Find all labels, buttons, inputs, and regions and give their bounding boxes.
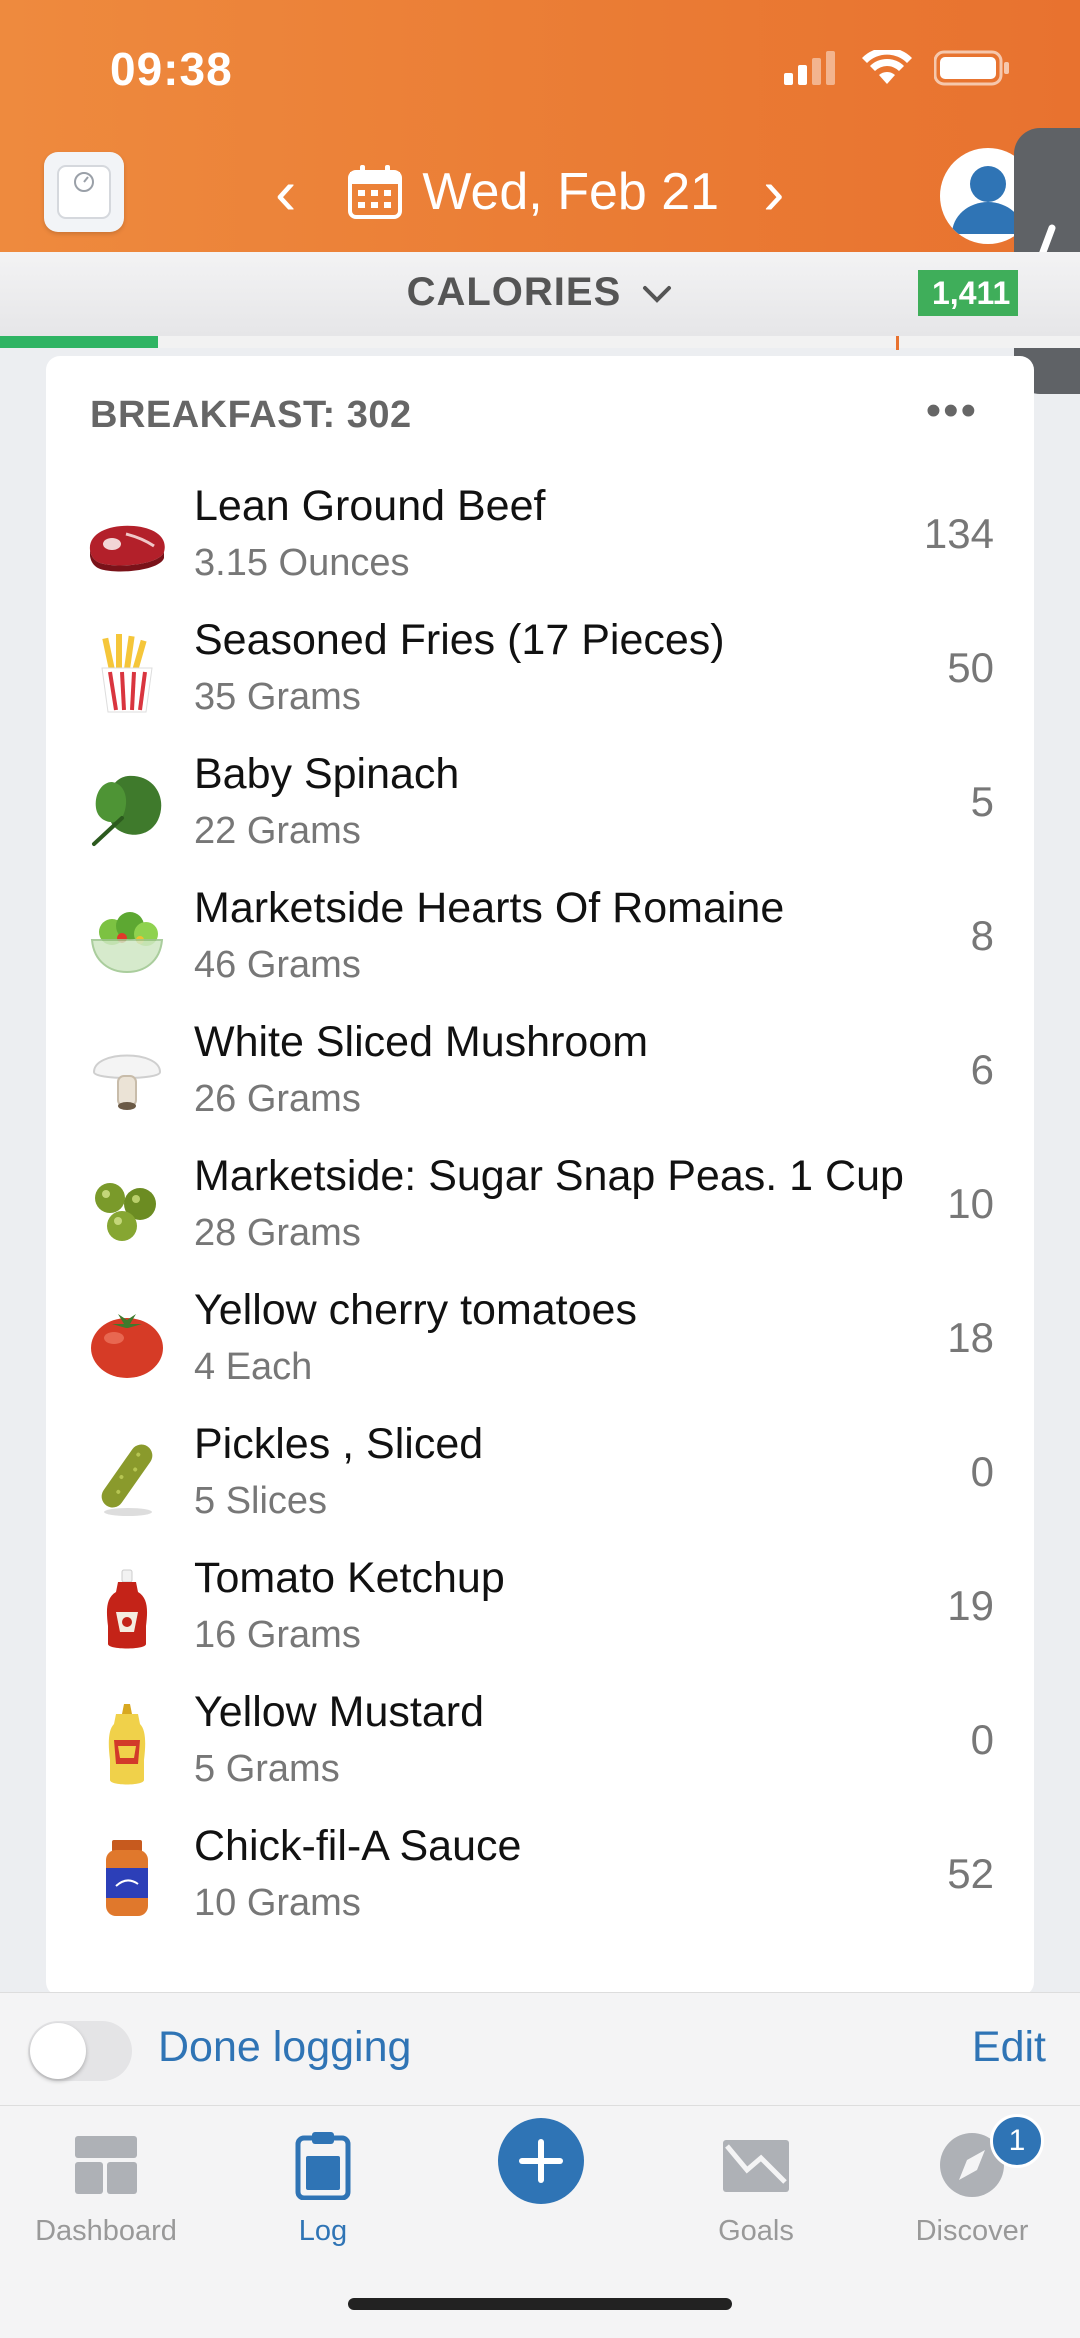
- food-name: White Sliced Mushroom: [194, 1018, 649, 1066]
- app-header: 09:38 ‹ Wed, Feb 21 ›: [0, 0, 1080, 252]
- plus-icon: [519, 2139, 563, 2183]
- tomato-icon: [91, 1314, 163, 1378]
- battery-icon: [934, 50, 1009, 86]
- mustard-icon: [108, 1704, 146, 1785]
- food-row[interactable]: White Sliced Mushroom 26 Grams 6: [46, 1008, 1034, 1142]
- nutrient-label: CALORIES: [406, 270, 622, 314]
- tab-label: Discover: [915, 2215, 1029, 2247]
- meal-card: BREAKFAST: 302 ••• Lean Ground Beef 3.15…: [46, 356, 1034, 1996]
- food-calories: 6: [970, 1046, 994, 1093]
- food-calories: 19: [947, 1582, 994, 1629]
- food-row[interactable]: Yellow cherry tomatoes 4 Each 18: [46, 1276, 1034, 1410]
- food-calories: 50: [947, 644, 994, 691]
- food-calories: 0: [970, 1448, 994, 1495]
- calorie-total-badge[interactable]: 1,411: [918, 270, 1018, 316]
- food-name: Pickles , Sliced: [194, 1420, 484, 1468]
- calorie-selector-bar: CALORIES 1,411: [0, 252, 1080, 336]
- tab-label: Goals: [718, 2215, 794, 2247]
- food-quantity: 5 Slices: [194, 1480, 328, 1522]
- tab-label: Dashboard: [35, 2215, 177, 2247]
- previous-day-button[interactable]: ‹: [255, 160, 316, 224]
- home-indicator[interactable]: [348, 2298, 732, 2310]
- food-name: Baby Spinach: [194, 750, 460, 798]
- food-name: Seasoned Fries (17 Pieces): [194, 616, 725, 664]
- spinach-icon: [92, 775, 162, 846]
- meal-title: BREAKFAST: 302: [90, 394, 412, 436]
- food-calories: 0: [970, 1716, 994, 1763]
- food-row[interactable]: Yellow Mustard 5 Grams 0: [46, 1678, 1034, 1812]
- food-name: Marketside Hearts Of Romaine: [194, 884, 785, 932]
- food-row[interactable]: Chick-fil-A Sauce 10 Grams 52: [46, 1812, 1034, 1946]
- more-options-button[interactable]: •••: [926, 386, 978, 436]
- pickle-icon: [101, 1444, 153, 1516]
- food-row[interactable]: Pickles , Sliced 5 Slices 0: [46, 1410, 1034, 1544]
- food-quantity: 35 Grams: [194, 676, 361, 718]
- salad-icon: [90, 912, 164, 974]
- food-row[interactable]: Marketside Hearts Of Romaine 46 Grams 8: [46, 874, 1034, 1008]
- food-row[interactable]: Lean Ground Beef 3.15 Ounces 134: [46, 472, 1034, 606]
- clipboard-icon: [295, 2132, 351, 2201]
- food-quantity: 16 Grams: [194, 1614, 361, 1656]
- edit-button[interactable]: Edit: [972, 2023, 1046, 2072]
- sauce-jar-icon: [106, 1840, 148, 1916]
- food-name: Lean Ground Beef: [194, 482, 546, 530]
- food-name: Yellow Mustard: [194, 1688, 484, 1736]
- tab-log[interactable]: Log: [223, 2124, 423, 2248]
- food-calories: 10: [947, 1180, 994, 1227]
- weigh-in-button[interactable]: [44, 152, 124, 232]
- food-name: Yellow cherry tomatoes: [194, 1286, 637, 1334]
- calorie-progress-bar: [0, 336, 1080, 350]
- food-row[interactable]: Marketside: Sugar Snap Peas. 1 Cup 28 Gr…: [46, 1142, 1034, 1276]
- wifi-icon: [862, 50, 912, 84]
- food-quantity: 26 Grams: [194, 1078, 361, 1120]
- food-quantity: 10 Grams: [194, 1882, 361, 1924]
- food-row[interactable]: Baby Spinach 22 Grams 5: [46, 740, 1034, 874]
- dashboard-icon: [75, 2136, 137, 2194]
- tab-label: Log: [298, 2215, 348, 2247]
- discover-notification-badge: 1: [990, 2114, 1044, 2168]
- steak-icon: [89, 525, 165, 572]
- fries-icon: [101, 634, 153, 713]
- tab-dashboard[interactable]: Dashboard: [6, 2124, 206, 2248]
- scale-icon: [57, 165, 111, 219]
- done-logging-label[interactable]: Done logging: [158, 2023, 411, 2072]
- tab-goals[interactable]: Goals: [656, 2124, 856, 2248]
- add-food-button[interactable]: [498, 2118, 584, 2204]
- food-calories: 5: [970, 778, 994, 825]
- next-day-button[interactable]: ›: [719, 160, 804, 224]
- done-logging-toggle[interactable]: [28, 2021, 132, 2081]
- food-name: Tomato Ketchup: [194, 1554, 505, 1602]
- food-row[interactable]: Seasoned Fries (17 Pieces) 35 Grams 50: [46, 606, 1034, 740]
- calorie-goal-marker: [896, 336, 899, 350]
- date-navigator: ‹ Wed, Feb 21 ›: [255, 152, 804, 232]
- food-calories: 134: [923, 510, 994, 557]
- food-quantity: 3.15 Ounces: [194, 542, 410, 584]
- food-calories: 52: [947, 1850, 994, 1897]
- food-quantity: 5 Grams: [194, 1748, 340, 1790]
- toggle-knob: [30, 2023, 86, 2079]
- food-quantity: 4 Each: [194, 1346, 313, 1388]
- signal-icon: [784, 51, 835, 85]
- goals-icon: [723, 2140, 789, 2192]
- ketchup-icon: [106, 1569, 148, 1649]
- logging-footer: Done logging Edit: [0, 1992, 1080, 2105]
- chevron-down-icon: [643, 286, 672, 303]
- food-quantity: 46 Grams: [194, 944, 361, 986]
- current-date[interactable]: Wed, Feb 21: [422, 162, 719, 222]
- status-icons: [784, 50, 1010, 86]
- food-name: Chick-fil-A Sauce: [194, 1822, 522, 1870]
- food-quantity: 22 Grams: [194, 810, 361, 852]
- food-calories: 18: [947, 1314, 994, 1361]
- peas-icon: [95, 1183, 156, 1241]
- food-calories: 8: [970, 912, 994, 959]
- food-name: Marketside: Sugar Snap Peas. 1 Cup: [194, 1152, 904, 1200]
- food-quantity: 28 Grams: [194, 1212, 361, 1254]
- mushroom-icon: [92, 1054, 162, 1110]
- status-time: 09:38: [110, 43, 233, 95]
- food-row[interactable]: Tomato Ketchup 16 Grams 19: [46, 1544, 1034, 1678]
- calendar-icon[interactable]: [346, 163, 404, 221]
- calorie-progress-fill: [0, 336, 158, 348]
